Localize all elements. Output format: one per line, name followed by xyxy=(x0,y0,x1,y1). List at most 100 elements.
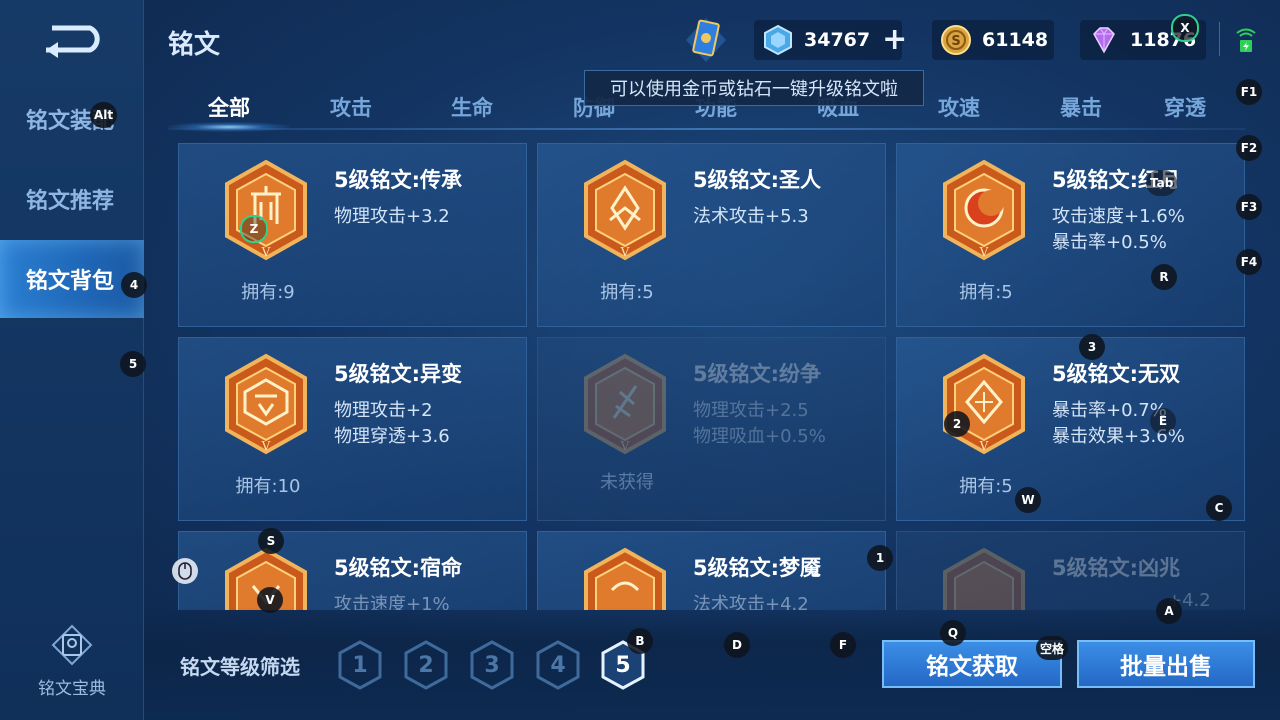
codex-label: 铭文宝典 xyxy=(38,679,106,699)
tab-penetration[interactable]: 穿透 xyxy=(1124,84,1246,130)
key-hint-b: B xyxy=(627,628,653,654)
inscription-card[interactable]: V 5级铭文:传承 物理攻击+3.2 拥有:9 xyxy=(178,143,527,327)
key-hint-a: A xyxy=(1156,598,1182,624)
header-divider xyxy=(1219,22,1220,56)
sidebar-item-label: 铭文背包 xyxy=(26,269,115,294)
inscription-gem-icon xyxy=(584,547,666,610)
back-arrow-icon[interactable] xyxy=(38,20,108,58)
tab-all[interactable]: 全部 xyxy=(168,84,290,130)
card-stat: 物理攻击+2.5 xyxy=(693,400,809,421)
level-filter-1[interactable]: 1 xyxy=(337,640,383,690)
codex-button[interactable]: 铭文宝典 xyxy=(30,624,114,699)
svg-text:V: V xyxy=(620,439,630,453)
diamond-count: 34767 xyxy=(804,29,871,51)
card-title: 5级铭文:梦魇 xyxy=(693,556,822,580)
key-hint-r: R xyxy=(1151,264,1177,290)
card-stat: 物理穿透+3.6 xyxy=(334,426,450,447)
key-hint-w: W xyxy=(1015,487,1041,513)
owned-count: 拥有:5 xyxy=(959,282,1013,303)
key-hint-4: 4 xyxy=(121,272,147,298)
card-stat: 物理攻击+2 xyxy=(334,400,433,421)
key-hint-f2: F2 xyxy=(1236,135,1262,161)
key-hint-2: 2 xyxy=(944,411,970,437)
wifi-battery-icon xyxy=(1236,28,1256,52)
svg-text:V: V xyxy=(620,245,630,259)
key-hint-space: 空格 xyxy=(1036,636,1069,660)
mouse-icon xyxy=(172,558,198,584)
key-hint-c: C xyxy=(1206,495,1232,521)
key-hint-f3: F3 xyxy=(1236,194,1262,220)
page-title: 铭文 xyxy=(168,30,221,60)
card-pack-icon[interactable] xyxy=(684,16,728,64)
inscription-card[interactable]: V 5级铭文:圣人 法术攻击+5.3 拥有:5 xyxy=(537,143,886,327)
level-number: 3 xyxy=(484,652,500,678)
card-stat: 法术攻击+4.2 xyxy=(693,594,809,610)
add-diamond-icon[interactable]: + xyxy=(882,25,907,55)
inscription-gem-icon: V xyxy=(943,353,1025,455)
key-hint-f4: F4 xyxy=(1236,249,1262,275)
not-owned-label: 未获得 xyxy=(600,472,654,493)
card-title: 5级铭文:纷争 xyxy=(693,362,822,386)
inscription-card-locked[interactable]: V 5级铭文:纷争 物理攻击+2.5 物理吸血+0.5% 未获得 xyxy=(537,337,886,521)
key-hint-z: Z xyxy=(240,215,268,243)
card-stat: 暴击率+0.5% xyxy=(1052,232,1167,253)
tab-health[interactable]: 生命 xyxy=(411,84,533,130)
key-hint-tab: Tab xyxy=(1146,170,1178,196)
key-hint-e: E xyxy=(1150,408,1176,434)
level-filter-3[interactable]: 3 xyxy=(469,640,515,690)
sidebar-item-recommend[interactable]: 铭文推荐 xyxy=(0,160,144,238)
card-title: 5级铭文:凶兆 xyxy=(1052,556,1181,580)
card-title: 5级铭文:传承 xyxy=(334,168,463,192)
card-stat: 法术攻击+5.3 xyxy=(693,206,809,227)
level-filter-4[interactable]: 4 xyxy=(535,640,581,690)
key-hint-x: X xyxy=(1171,14,1199,42)
acquire-button[interactable]: 铭文获取 xyxy=(882,640,1062,688)
inscription-gem-icon: V xyxy=(225,353,307,455)
inscription-card[interactable]: 5级铭文:梦魇 法术攻击+4.2 xyxy=(537,531,886,610)
inscription-card[interactable]: V 5级铭文:红月 攻击速度+1.6% 暴击率+0.5% 拥有:5 xyxy=(896,143,1245,327)
upgrade-tooltip: 可以使用金币或钻石一键升级铭文啦 xyxy=(584,70,924,106)
inscription-gem-icon: V xyxy=(584,159,666,261)
key-hint-alt: Alt xyxy=(90,102,118,128)
card-title: 5级铭文:无双 xyxy=(1052,362,1181,386)
inscription-gem-icon: V xyxy=(584,353,666,455)
level-number: 1 xyxy=(352,652,368,678)
inscription-card-locked[interactable]: 5级铭文:凶兆 +4.2 xyxy=(896,531,1245,610)
gold-coin-icon: S xyxy=(941,25,971,55)
svg-text:V: V xyxy=(261,245,271,259)
inscription-gem-icon xyxy=(943,547,1025,610)
level-number: 4 xyxy=(550,652,566,678)
card-stat: 攻击速度+1% xyxy=(334,594,450,610)
tab-attack[interactable]: 攻击 xyxy=(290,84,412,130)
key-hint-5: 5 xyxy=(120,351,146,377)
inscription-card[interactable]: V 5级铭文:异变 物理攻击+2 物理穿透+3.6 拥有:10 xyxy=(178,337,527,521)
card-title: 5级铭文:宿命 xyxy=(334,556,463,580)
key-hint-3: 3 xyxy=(1079,334,1105,360)
diamond-currency: 34767 + xyxy=(754,20,907,60)
svg-text:V: V xyxy=(979,439,989,453)
sidebar-item-label: 铭文推荐 xyxy=(26,189,115,214)
gold-count: 61148 xyxy=(982,29,1049,51)
inscription-gem-icon: V xyxy=(225,159,307,261)
card-stat: 物理吸血+0.5% xyxy=(693,426,826,447)
codex-book-icon xyxy=(51,624,93,666)
sidebar-item-equip[interactable]: 铭文装配 xyxy=(0,80,144,158)
owned-count: 拥有:5 xyxy=(600,282,654,303)
key-hint-d: D xyxy=(724,632,750,658)
card-title: 5级铭文:圣人 xyxy=(693,168,822,192)
inscription-card[interactable]: 5级铭文:宿命 攻击速度+1% xyxy=(178,531,527,610)
card-title: 5级铭文:异变 xyxy=(334,362,463,386)
level-filter-label: 铭文等级筛选 xyxy=(180,655,300,679)
diamond-icon xyxy=(764,24,792,56)
key-hint-1: 1 xyxy=(867,545,893,571)
level-number: 2 xyxy=(418,652,434,678)
card-stat: 攻击速度+1.6% xyxy=(1052,206,1185,227)
bulk-sell-button[interactable]: 批量出售 xyxy=(1077,640,1255,688)
level-filter-2[interactable]: 2 xyxy=(403,640,449,690)
key-hint-f1: F1 xyxy=(1236,79,1262,105)
svg-text:V: V xyxy=(261,439,271,453)
inscription-grid: V 5级铭文:传承 物理攻击+3.2 拥有:9 V 5级铭文:圣人 法术攻击+5… xyxy=(178,143,1246,610)
gold-currency: S 61148 xyxy=(932,20,1054,60)
key-hint-f: F xyxy=(830,632,856,658)
mouse-glyph-icon xyxy=(178,562,192,580)
